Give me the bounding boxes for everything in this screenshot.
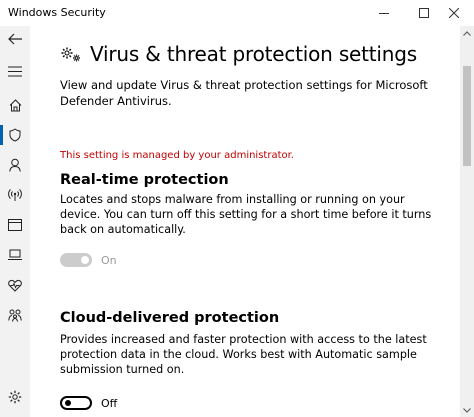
vertical-scrollbar[interactable] bbox=[460, 26, 474, 417]
chevron-up-icon bbox=[463, 30, 471, 36]
sidebar-item-virus-protection[interactable] bbox=[0, 122, 30, 148]
maximize-icon bbox=[419, 8, 429, 18]
close-icon bbox=[449, 8, 459, 18]
page-header: Virus & threat protection settings bbox=[60, 42, 417, 66]
sidebar-item-app-browser[interactable] bbox=[0, 212, 30, 238]
cloud-protection-title: Cloud-delivered protection bbox=[60, 310, 280, 326]
laptop-icon bbox=[8, 249, 22, 260]
minimize-icon bbox=[379, 13, 389, 14]
back-arrow-icon bbox=[8, 33, 22, 45]
sidebar-item-device-health[interactable] bbox=[0, 272, 30, 298]
close-button[interactable] bbox=[434, 0, 474, 26]
scroll-up-button[interactable] bbox=[460, 26, 474, 40]
sidebar bbox=[0, 26, 30, 417]
shield-icon bbox=[9, 128, 21, 142]
sidebar-item-home[interactable] bbox=[0, 92, 30, 118]
back-button[interactable] bbox=[0, 26, 30, 52]
menu-button[interactable] bbox=[0, 58, 30, 84]
sidebar-item-settings[interactable] bbox=[0, 384, 30, 410]
home-icon bbox=[9, 98, 21, 111]
page-title: Virus & threat protection settings bbox=[90, 42, 417, 66]
realtime-protection-title: Real-time protection bbox=[60, 172, 229, 188]
cloud-protection-toggle[interactable] bbox=[60, 396, 92, 410]
active-indicator bbox=[0, 125, 3, 145]
page-description: View and update Virus & threat protectio… bbox=[60, 78, 428, 108]
minimize-button[interactable] bbox=[364, 0, 404, 26]
chevron-down-icon bbox=[463, 407, 471, 413]
app-browser-icon bbox=[8, 219, 22, 231]
person-icon bbox=[9, 158, 21, 172]
admin-managed-notice: This setting is managed by your administ… bbox=[60, 150, 294, 161]
toggle-knob bbox=[65, 400, 71, 406]
realtime-protection-state: On bbox=[101, 254, 117, 267]
window-title: Windows Security bbox=[8, 6, 106, 19]
sidebar-item-firewall[interactable] bbox=[0, 182, 30, 208]
main-content: Virus & threat protection settings View … bbox=[30, 26, 460, 417]
scroll-down-button[interactable] bbox=[460, 403, 474, 417]
heart-icon bbox=[8, 279, 22, 292]
sidebar-item-family-options[interactable] bbox=[0, 302, 30, 328]
title-bar: Windows Security bbox=[0, 0, 474, 26]
family-icon bbox=[8, 309, 22, 322]
toggle-knob bbox=[81, 256, 89, 264]
sidebar-item-account[interactable] bbox=[0, 152, 30, 178]
cloud-protection-state: Off bbox=[101, 397, 118, 410]
realtime-protection-description: Locates and stops malware from installin… bbox=[60, 193, 432, 236]
scroll-thumb[interactable] bbox=[463, 66, 471, 166]
gear-icon bbox=[8, 390, 22, 404]
cloud-protection-description: Provides increased and faster protection… bbox=[60, 333, 427, 376]
sidebar-item-device-security[interactable] bbox=[0, 242, 30, 268]
wireless-icon bbox=[8, 189, 22, 201]
realtime-protection-toggle[interactable] bbox=[60, 253, 92, 267]
settings-gears-icon bbox=[61, 47, 80, 62]
hamburger-icon bbox=[8, 66, 22, 76]
